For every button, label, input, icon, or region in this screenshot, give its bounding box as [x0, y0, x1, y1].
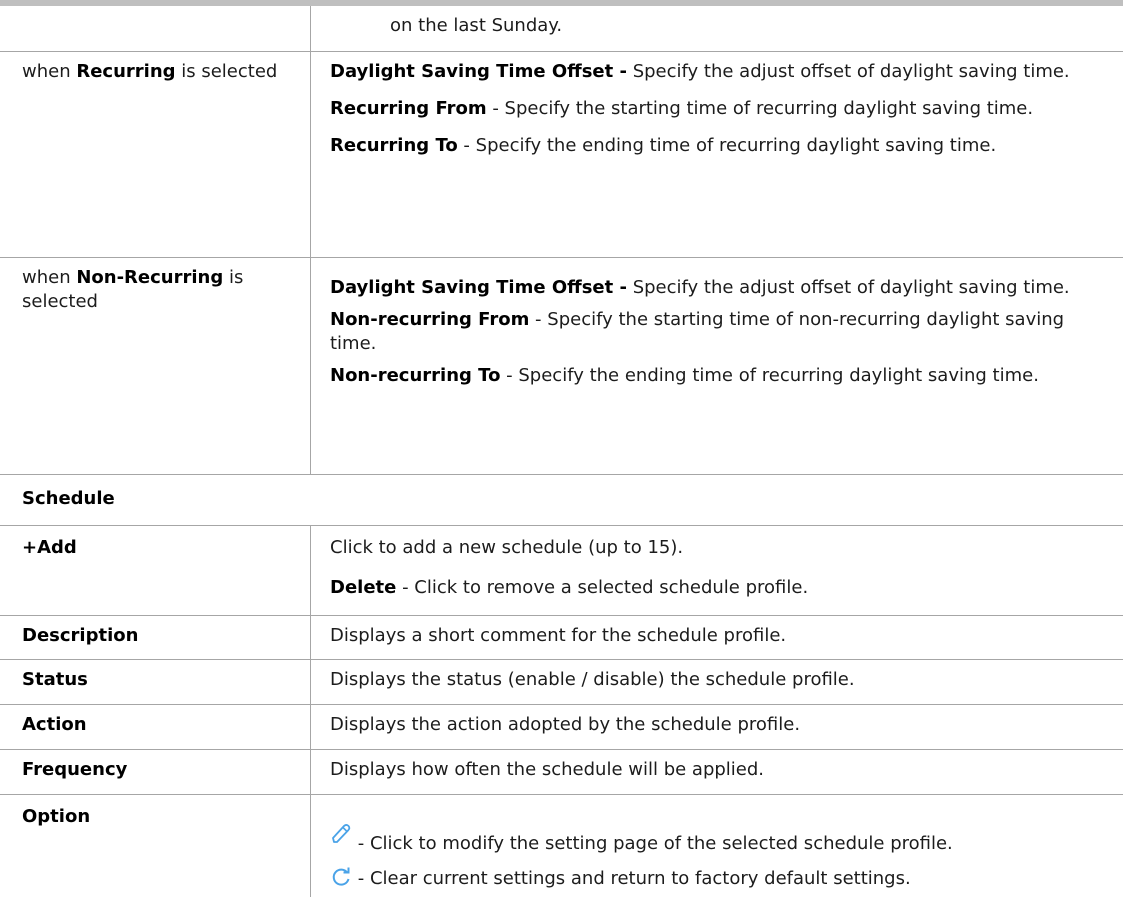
action-text: Displays the action adopted by the sched…	[330, 714, 801, 735]
refresh-icon	[332, 867, 350, 886]
continuation-text: on the last Sunday.	[390, 15, 563, 36]
table-row-status: Status Displays the status (enable / dis…	[0, 660, 1123, 705]
recurring-term: Recurring	[76, 61, 176, 82]
add-description: Click to add a new schedule (up to 15). …	[330, 526, 1123, 606]
option-label: Option	[22, 806, 91, 827]
section-heading-schedule: Schedule	[0, 475, 1123, 526]
column-divider	[310, 750, 311, 794]
table-row-action: Action Displays the action adopted by th…	[0, 705, 1123, 750]
column-divider	[310, 52, 311, 257]
recurring-to-item: Recurring To - Specify the ending time o…	[330, 135, 997, 156]
non-recurring-condition: when Non-Recurring is selected	[22, 267, 244, 312]
table-row-non-recurring: when Non-Recurring is selected Daylight …	[0, 258, 1123, 475]
recurring-condition: when Recurring is selected	[22, 61, 278, 82]
document-table: on the last Sunday. when Recurring is se…	[0, 6, 1123, 897]
column-divider	[310, 616, 311, 659]
non-recurring-description: Daylight Saving Time Offset - Specify th…	[330, 258, 1123, 394]
option-reset-line: - Clear current settings and return to f…	[330, 866, 1113, 891]
recurring-offset-item: Daylight Saving Time Offset - Specify th…	[330, 61, 1070, 82]
table-row-frequency: Frequency Displays how often the schedul…	[0, 750, 1123, 795]
description-label: Description	[22, 625, 139, 646]
table-row-option: Option - Click to modify the setting pag…	[0, 795, 1123, 897]
delete-line: Delete - Click to remove a selected sche…	[330, 577, 809, 598]
column-divider	[310, 526, 311, 615]
column-divider	[310, 795, 311, 897]
table-row-add: +Add Click to add a new schedule (up to …	[0, 526, 1123, 616]
action-label: Action	[22, 714, 87, 735]
non-recurring-term: Non-Recurring	[76, 267, 224, 288]
frequency-text: Displays how often the schedule will be …	[330, 759, 765, 780]
description-text: Displays a short comment for the schedul…	[330, 625, 787, 646]
non-recurring-offset-item: Daylight Saving Time Offset - Specify th…	[330, 277, 1070, 298]
non-recurring-from-item: Non-recurring From - Specify the startin…	[330, 309, 1065, 354]
add-label: +Add	[22, 537, 77, 558]
option-edit-line: - Click to modify the setting page of th…	[330, 821, 1113, 856]
pencil-icon	[332, 824, 351, 843]
non-recurring-to-item: Non-recurring To - Specify the ending ti…	[330, 365, 1039, 386]
column-divider	[310, 6, 311, 51]
column-divider	[310, 705, 311, 749]
recurring-description: Daylight Saving Time Offset - Specify th…	[330, 52, 1123, 164]
frequency-label: Frequency	[22, 759, 128, 780]
table-row-description: Description Displays a short comment for…	[0, 616, 1123, 660]
column-divider	[310, 258, 311, 474]
add-line: Click to add a new schedule (up to 15).	[330, 537, 684, 558]
table-row-recurring: when Recurring is selected Daylight Savi…	[0, 52, 1123, 258]
table-row-continuation: on the last Sunday.	[0, 6, 1123, 52]
status-text: Displays the status (enable / disable) t…	[330, 669, 855, 690]
column-divider	[310, 660, 311, 704]
status-label: Status	[22, 669, 88, 690]
recurring-from-item: Recurring From - Specify the starting ti…	[330, 98, 1034, 119]
option-description: - Click to modify the setting page of th…	[330, 795, 1123, 897]
